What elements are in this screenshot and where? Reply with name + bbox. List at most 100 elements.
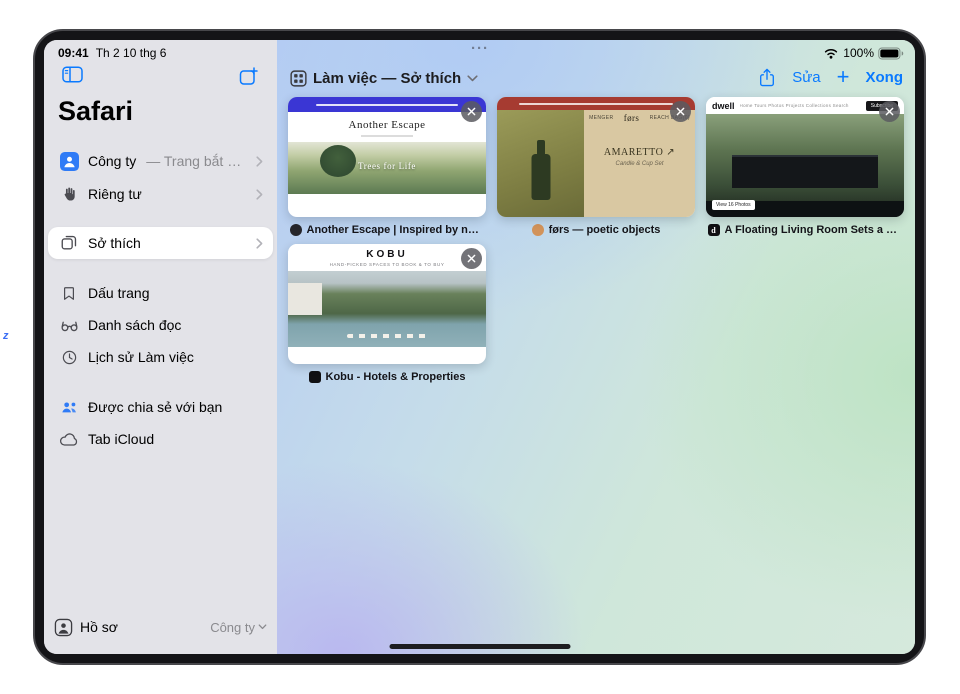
tab-card-kobu: KOBU HAND-PICKED SPACES TO BOOK & TO BUY… [288, 244, 486, 385]
product-subtitle: Candle & Cup Set [616, 161, 664, 167]
tab-group-title: Làm việc — Sở thích [313, 70, 461, 87]
site-content: MENGER førs REACH BAG(0) AMARETTO ↗ Cand… [584, 110, 695, 217]
private-hand-icon [58, 186, 80, 202]
screen: 09:41 Th 2 10 thg 6 Safari C [44, 40, 915, 654]
done-button[interactable]: Xong [866, 69, 904, 86]
sidebar-item-label: Dấu trang [88, 285, 149, 301]
sidebar-item-rieng-tu[interactable]: Riêng tư [48, 179, 273, 209]
sidebar-item-label: Lịch sử Làm việc [88, 349, 194, 365]
close-icon [467, 107, 476, 116]
chevron-down-icon [467, 75, 478, 82]
close-icon [885, 107, 894, 116]
bookmark-icon [58, 285, 80, 302]
close-tab-button[interactable] [461, 101, 482, 122]
sidebar-toolbar [44, 66, 277, 88]
sidebar-footer: Hồ sơ Công ty [54, 614, 267, 640]
sidebar-item-label: Danh sách đọc [88, 317, 181, 333]
battery-icon [878, 47, 904, 60]
site-header: dwell Home Tours Photos Projects Collect… [706, 97, 904, 114]
multitasking-handle[interactable]: ··· [471, 40, 489, 57]
share-icon[interactable] [758, 67, 776, 88]
chevron-right-icon [256, 238, 263, 249]
product-title: AMARETTO ↗ [604, 147, 675, 158]
tab-grid-icon [290, 70, 307, 87]
nav-left: MENGER [589, 115, 613, 121]
site-hero-photo: View 16 Photos [706, 114, 904, 217]
clock: 09:41 [58, 46, 89, 60]
site-tagline: HAND-PICKED SPACES TO BOOK & TO BUY [288, 262, 486, 267]
overview-toolbar: Sửa + Xong [758, 65, 903, 89]
tab-title: A Floating Living Room Sets a Family's… [725, 224, 903, 236]
tab-caption: Kobu - Hotels & Properties [288, 369, 486, 385]
new-tab-button[interactable]: + [837, 67, 850, 87]
shared-people-icon [58, 399, 80, 415]
tab-title: Kobu - Hotels & Properties [326, 371, 466, 383]
favicon-kobu [309, 371, 321, 383]
edit-button[interactable]: Sửa [792, 69, 820, 86]
tab-thumbnail[interactable]: KOBU HAND-PICKED SPACES TO BOOK & TO BUY [288, 244, 486, 364]
tab-group-header[interactable]: Làm việc — Sở thích [290, 67, 478, 89]
site-nav: Home Tours Photos Projects Collections S… [740, 103, 861, 108]
reading-glasses-icon [58, 317, 80, 333]
site-hero-photo: Trees for Life [288, 142, 486, 194]
tab-card-dwell: dwell Home Tours Photos Projects Collect… [706, 97, 904, 238]
sidebar-item-cong-ty[interactable]: Công ty — Trang bắt đầu [48, 146, 273, 176]
app-title: Safari [58, 96, 133, 127]
new-tab-group-icon[interactable] [238, 66, 259, 92]
tab-group-icon [58, 234, 80, 252]
close-tab-button[interactable] [670, 101, 691, 122]
sidebar-item-lich-su[interactable]: Lịch sử Làm việc [48, 342, 273, 372]
stray-blue-mark: z [3, 330, 9, 342]
site-body: MENGER førs REACH BAG(0) AMARETTO ↗ Cand… [497, 110, 695, 217]
site-logo: dwell [712, 101, 735, 111]
site-hero-photo [288, 271, 486, 347]
bottle-photo [497, 110, 584, 217]
company-profile-icon [58, 152, 80, 171]
date: Th 2 10 thg 6 [96, 46, 167, 60]
tab-card-fors: MENGER førs REACH BAG(0) AMARETTO ↗ Cand… [497, 97, 695, 238]
site-logo: Another Escape [288, 119, 486, 131]
tab-thumbnail[interactable]: dwell Home Tours Photos Projects Collect… [706, 97, 904, 217]
wifi-icon [823, 47, 839, 59]
tab-caption: Another Escape | Inspired by nature [288, 222, 486, 238]
sidebar-item-shared-with-you[interactable]: Được chia sẻ với bạn [48, 392, 273, 422]
sidebar-item-label: Riêng tư [88, 186, 142, 202]
site-logo: KOBU [288, 249, 486, 260]
page: z 09:41 Th 2 10 thg 6 Safari [0, 0, 960, 694]
icloud-icon [58, 432, 80, 447]
tab-grid: Another Escape Trees for Life Another [288, 97, 904, 385]
ipad-frame: 09:41 Th 2 10 thg 6 Safari C [33, 29, 926, 665]
sidebar-item-dau-trang[interactable]: Dấu trang [48, 278, 273, 308]
favicon-fors [532, 224, 544, 236]
profile-picker-value: Công ty [210, 620, 255, 635]
tab-title: Another Escape | Inspired by nature [307, 224, 485, 236]
favicon-dwell: d [708, 224, 720, 236]
sidebar-item-so-thich-selected[interactable]: Sở thích [48, 227, 273, 259]
chevron-down-icon [258, 624, 267, 630]
close-tab-button[interactable] [879, 101, 900, 122]
site-banner [497, 97, 695, 110]
close-icon [467, 254, 476, 263]
sidebar-item-label: Công ty [88, 153, 136, 169]
view-photos-button: View 16 Photos [712, 200, 755, 210]
tab-thumbnail[interactable]: Another Escape Trees for Life [288, 97, 486, 217]
home-indicator[interactable] [389, 644, 570, 649]
sidebar-item-detail: — Trang bắt đầu [146, 153, 248, 169]
tab-overview: 100% ··· Làm việc — Sở thích [277, 40, 915, 654]
close-icon [676, 107, 685, 116]
sidebar-item-label: Sở thích [88, 235, 141, 251]
sidebar-item-label: Tab iCloud [88, 431, 154, 447]
sidebar-toggle-icon[interactable] [62, 66, 83, 88]
profile-label: Hồ sơ [80, 619, 118, 635]
close-tab-button[interactable] [461, 248, 482, 269]
site-hero-text: Trees for Life [288, 161, 486, 171]
sidebar-item-tab-icloud[interactable]: Tab iCloud [48, 424, 273, 454]
site-nav [361, 135, 413, 137]
profile-picker[interactable]: Công ty [210, 620, 267, 635]
history-clock-icon [58, 349, 80, 366]
tab-title: førs — poetic objects [549, 224, 661, 236]
tab-thumbnail[interactable]: MENGER førs REACH BAG(0) AMARETTO ↗ Cand… [497, 97, 695, 217]
sidebar-item-danh-sach-doc[interactable]: Danh sách đọc [48, 310, 273, 340]
battery-percent: 100% [843, 46, 874, 60]
chevron-right-icon [256, 189, 263, 200]
